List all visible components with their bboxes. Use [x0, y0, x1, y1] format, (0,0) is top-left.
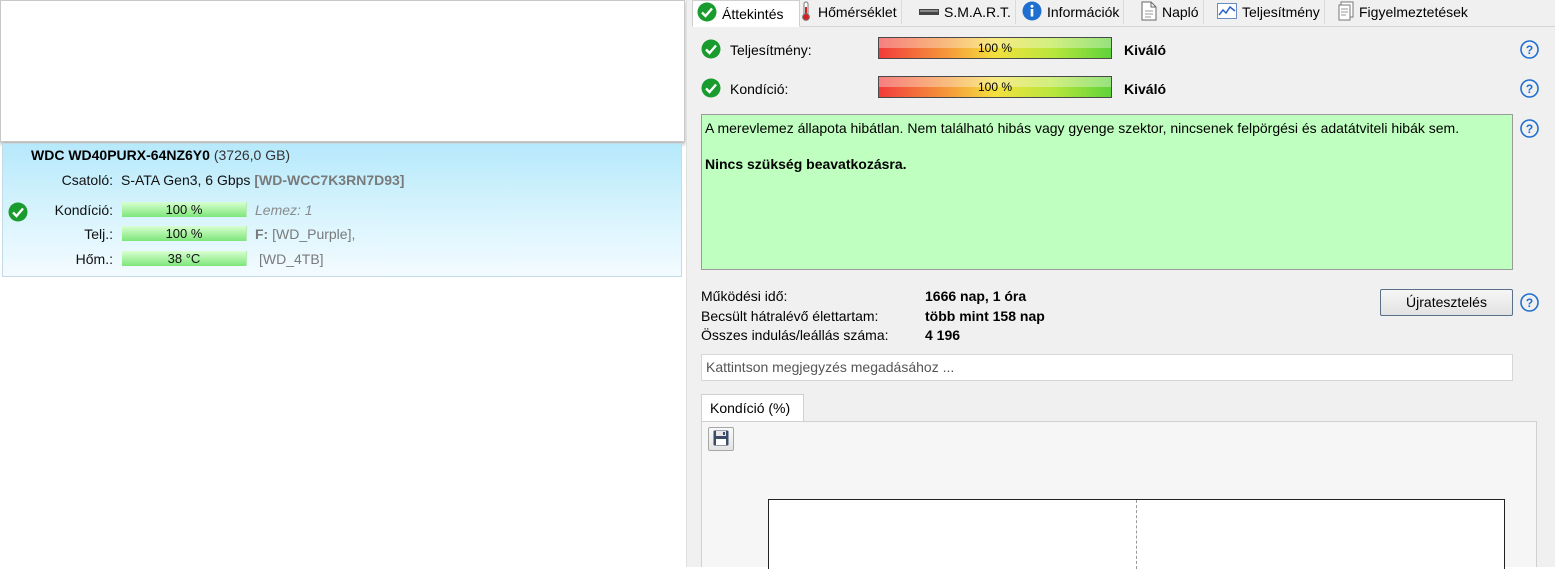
status-text: A merevlemez állapota hibátlan. Nem talá… — [705, 120, 1460, 136]
help-icon[interactable]: ? — [1520, 119, 1539, 141]
performance-bar-text: 100 % — [977, 41, 1013, 55]
help-icon[interactable]: ? — [1520, 293, 1539, 315]
temp-bar: 38 °C — [122, 251, 247, 266]
tab-label: Áttekintés — [722, 5, 784, 22]
tab-temperature[interactable]: Hőmérséklet — [795, 0, 902, 24]
disk-card[interactable]: WDC WD40PURX-64NZ6Y0 (3726,0 GB) Csatoló… — [2, 143, 682, 277]
svg-text:?: ? — [1526, 122, 1533, 136]
perf-label: Telj.: — [84, 226, 113, 242]
condition-label: Kondíció: — [54, 202, 113, 218]
status-box: A merevlemez állapota hibátlan. Nem talá… — [701, 114, 1513, 270]
floppy-disk-icon — [713, 430, 729, 449]
svg-text:?: ? — [1526, 82, 1533, 96]
uptime-value: 1666 nap, 1 óra — [925, 288, 1027, 304]
info-icon — [1022, 1, 1042, 24]
svg-text:?: ? — [1526, 296, 1533, 310]
remaining-life-label: Becsült hátralévő élettartam: — [701, 308, 879, 324]
help-icon[interactable]: ? — [1520, 40, 1539, 62]
volume-name: [WD_Purple], — [272, 226, 356, 242]
document-icon — [1141, 1, 1157, 24]
performance-bar: 100 % — [878, 37, 1112, 59]
svg-text:?: ? — [1526, 43, 1533, 57]
tab-condition-chart[interactable]: Kondíció (%) — [701, 394, 804, 421]
interface-label: Csatoló: — [61, 172, 113, 188]
performance-rating: Kiváló — [1124, 42, 1167, 58]
uptime-label: Működési idő: — [701, 288, 788, 304]
performance-chart-icon — [1217, 2, 1237, 22]
empty-panel — [0, 0, 685, 142]
chart-plot-area — [768, 499, 1505, 569]
disk-size: (3726,0 GB) — [213, 147, 291, 163]
retest-button[interactable]: Újratesztelés — [1380, 289, 1513, 316]
status-action: Nincs szükség beavatkozásra. — [705, 156, 907, 172]
thermometer-icon — [799, 1, 813, 24]
condition-bar-text: 100 % — [977, 80, 1013, 94]
condition-bar: 100 % — [122, 202, 247, 217]
chart-gridline — [1136, 500, 1137, 569]
temp-label: Hőm.: — [75, 251, 113, 267]
disk-number: Lemez: 1 — [255, 202, 313, 218]
warnings-icon — [1338, 1, 1354, 24]
tab-information[interactable]: Információk — [1018, 0, 1125, 24]
tab-log[interactable]: Napló — [1137, 0, 1204, 24]
drive-letter: F: — [255, 226, 269, 242]
tab-label: Hőmérséklet — [818, 4, 897, 20]
note-input[interactable]: Kattintson megjegyzés megadásához ... — [701, 354, 1513, 381]
chart-panel — [701, 421, 1537, 569]
tab-label: S.M.A.R.T. — [944, 4, 1011, 20]
volume-info: F: [WD_Purple], — [255, 226, 355, 242]
tab-performance[interactable]: Teljesítmény — [1213, 0, 1325, 24]
start-stop-value: 4 196 — [925, 327, 961, 343]
disk-serial: [WD-WCC7K3RN7D93] — [254, 172, 405, 188]
tab-label: Figyelmeztetések — [1359, 4, 1468, 20]
disk-title: WDC WD40PURX-64NZ6Y0 (3726,0 GB) — [31, 147, 290, 163]
condition-label: Kondíció: — [730, 81, 789, 97]
check-icon — [697, 2, 717, 25]
tab-overview[interactable]: Áttekintés — [692, 0, 800, 27]
start-stop-label: Összes indulás/leállás száma: — [701, 327, 889, 343]
help-icon[interactable]: ? — [1520, 79, 1539, 101]
condition-bar: 100 % — [878, 76, 1112, 98]
tab-label: Napló — [1162, 4, 1199, 20]
tab-label: Információk — [1047, 4, 1120, 20]
save-chart-button[interactable] — [708, 427, 734, 451]
performance-label: Teljesítmény: — [730, 42, 812, 58]
condition-rating: Kiváló — [1124, 81, 1167, 97]
tab-bar: Áttekintés Hőmérséklet S.M.A.R.T. Inform… — [692, 0, 1555, 27]
tab-label: Teljesítmény — [1242, 4, 1320, 20]
smart-icon — [919, 4, 939, 20]
remaining-life-value: több mint 158 nap — [925, 308, 1045, 324]
tab-smart[interactable]: S.M.A.R.T. — [915, 0, 1016, 24]
tab-warnings[interactable]: Figyelmeztetések — [1334, 0, 1472, 24]
disk-list-pane: WDC WD40PURX-64NZ6Y0 (3726,0 GB) Csatoló… — [0, 0, 686, 567]
volume-name-2: [WD_4TB] — [259, 251, 324, 267]
check-icon — [701, 78, 721, 101]
perf-bar: 100 % — [122, 226, 247, 241]
interface-text: S-ATA Gen3, 6 Gbps — [121, 172, 251, 188]
check-icon — [701, 39, 721, 62]
interface-value: S-ATA Gen3, 6 Gbps [WD-WCC7K3RN7D93] — [121, 172, 404, 188]
details-pane: Áttekintés Hőmérséklet S.M.A.R.T. Inform… — [692, 0, 1555, 569]
disk-model: WDC WD40PURX-64NZ6Y0 — [31, 147, 210, 163]
